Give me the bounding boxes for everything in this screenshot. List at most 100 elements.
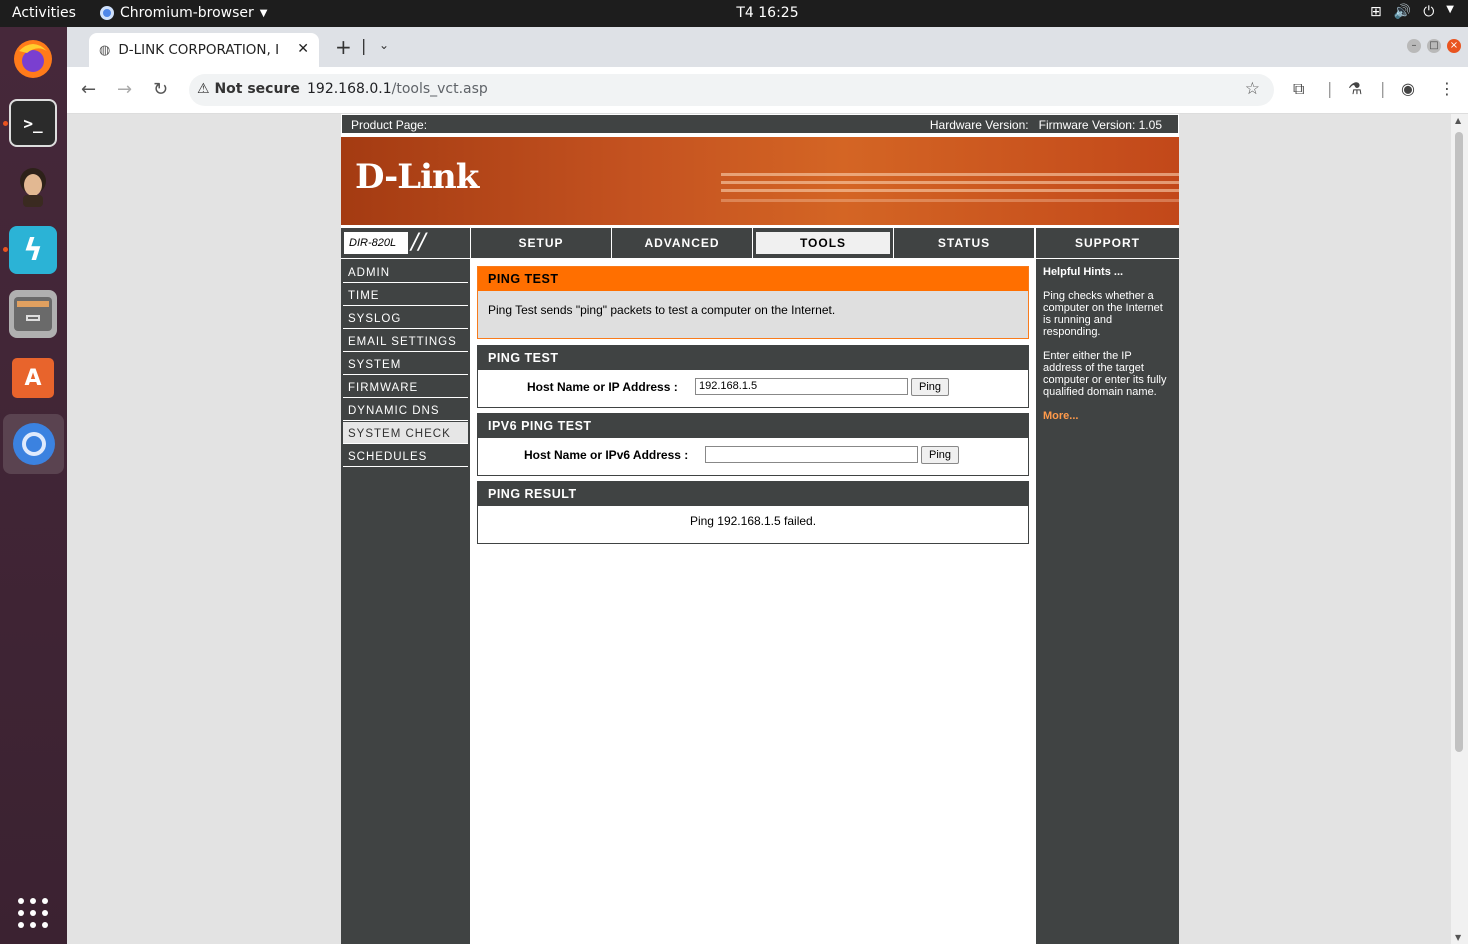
- left-menu: ADMIN TIME SYSLOG EMAIL SETTINGS SYSTEM …: [341, 259, 470, 944]
- hint-text: Enter either the IP address of the targe…: [1043, 350, 1167, 398]
- close-icon[interactable]: ✕: [297, 41, 309, 57]
- url-path: /tools_vct.asp: [391, 81, 488, 97]
- files-icon[interactable]: [9, 290, 57, 338]
- intro-text: Ping Test sends "ping" packets to test a…: [488, 303, 836, 317]
- network-icon: ⊞: [1370, 4, 1382, 20]
- model-cell: DIR-820L //: [341, 228, 470, 258]
- tab-status[interactable]: STATUS: [894, 228, 1034, 258]
- menu-item-system[interactable]: SYSTEM: [343, 353, 468, 375]
- system-top-bar: Activities Chromium-browser ▼ T4 16:25 ⊞…: [0, 0, 1468, 27]
- gimp-icon[interactable]: [9, 162, 57, 210]
- divider: |: [1327, 79, 1333, 98]
- power-icon: ⏻: [1423, 4, 1435, 20]
- tab-setup[interactable]: SETUP: [471, 228, 611, 258]
- labs-flask-icon[interactable]: ⚗: [1348, 79, 1362, 98]
- minimize-button[interactable]: –: [1407, 39, 1421, 53]
- ping-result-text: Ping 192.168.1.5 failed.: [689, 514, 817, 528]
- bookmark-star-icon[interactable]: ☆: [1245, 79, 1260, 99]
- host-ipv6-input[interactable]: [705, 446, 918, 463]
- intro-title: PING TEST: [478, 267, 1028, 291]
- hints-title: Helpful Hints ...: [1043, 266, 1124, 278]
- ipv6-ping-title: IPV6 PING TEST: [478, 414, 1028, 438]
- helpful-hints: Helpful Hints ... Ping checks whether a …: [1036, 259, 1179, 944]
- tab-search-button[interactable]: ⌄: [379, 38, 389, 52]
- slash-decoration: //: [411, 230, 426, 255]
- url-host: 192.168.0.1: [307, 81, 392, 97]
- dock: >_ ϟ A: [0, 27, 67, 944]
- menu-item-time[interactable]: TIME: [343, 284, 468, 306]
- dlink-logo: D-Link: [355, 157, 479, 197]
- extensions-icon[interactable]: ⧉: [1293, 79, 1304, 99]
- tab-label: STATUS: [937, 236, 991, 250]
- tab-advanced[interactable]: ADVANCED: [612, 228, 752, 258]
- browser-toolbar: ← → ↻ ⚠ Not secure 192.168.0.1/tools_vct…: [67, 67, 1468, 114]
- more-link[interactable]: More...: [1043, 410, 1172, 422]
- security-label: Not secure: [214, 81, 300, 97]
- firefox-icon[interactable]: [9, 35, 57, 83]
- back-button[interactable]: ←: [81, 79, 96, 100]
- divider: |: [1380, 79, 1386, 98]
- tab-label: ADVANCED: [644, 236, 720, 250]
- new-tab-button[interactable]: +: [335, 35, 352, 59]
- warning-icon: ⚠: [197, 81, 210, 97]
- ping-result-title: PING RESULT: [478, 482, 1028, 506]
- dlink-page: Product Page: Hardware Version: Firmware…: [341, 114, 1179, 944]
- browser-tab[interactable]: ◍ D-LINK CORPORATION, I ✕: [89, 33, 319, 67]
- close-window-button[interactable]: ×: [1447, 39, 1461, 53]
- ipv6-ping-panel: IPV6 PING TEST Host Name or IPv6 Address…: [477, 413, 1029, 476]
- scroll-down-icon[interactable]: ▼: [1455, 933, 1461, 942]
- ping-button[interactable]: Ping: [911, 378, 949, 396]
- ipv6-ping-button[interactable]: Ping: [921, 446, 959, 464]
- menu-item-schedules[interactable]: SCHEDULES: [343, 445, 468, 467]
- security-indicator[interactable]: ⚠ Not secure: [197, 81, 300, 97]
- version-info: Hardware Version: Firmware Version: 1.05: [930, 118, 1162, 132]
- hint-text: Ping checks whether a computer on the In…: [1043, 290, 1163, 338]
- tab-label: SUPPORT: [1074, 236, 1140, 250]
- clock[interactable]: T4 16:25: [0, 5, 1468, 21]
- host-ipv6-label: Host Name or IPv6 Address :: [524, 448, 689, 462]
- host-ip-input[interactable]: 192.168.1.5: [695, 378, 908, 395]
- maximize-button[interactable]: □: [1427, 39, 1441, 53]
- power-tool-icon[interactable]: ϟ: [9, 226, 57, 274]
- menu-item-firmware[interactable]: FIRMWARE: [343, 376, 468, 398]
- page-scrollbar[interactable]: ▲ ▼: [1451, 114, 1468, 944]
- product-bar: Product Page: Hardware Version: Firmware…: [341, 114, 1179, 134]
- address-bar[interactable]: ⚠ Not secure 192.168.0.1/tools_vct.asp ☆: [189, 74, 1274, 106]
- menu-item-email-settings[interactable]: EMAIL SETTINGS: [343, 330, 468, 352]
- profile-icon[interactable]: ◉: [1401, 79, 1415, 98]
- tab-tools[interactable]: TOOLS: [753, 228, 893, 258]
- ping-test-title: PING TEST: [478, 346, 1028, 370]
- app-center-icon[interactable]: A: [9, 354, 57, 402]
- system-tray[interactable]: ⊞ 🔊 ⏻ ▼: [1370, 4, 1454, 20]
- forward-button[interactable]: →: [117, 79, 132, 100]
- chromium-dock-icon[interactable]: [3, 414, 64, 474]
- ping-result-panel: PING RESULT Ping 192.168.1.5 failed.: [477, 481, 1029, 544]
- host-ip-label: Host Name or IP Address :: [527, 380, 678, 394]
- product-page-label: Product Page:: [351, 118, 428, 132]
- menu-item-dynamic-dns[interactable]: DYNAMIC DNS: [343, 399, 468, 421]
- tab-support[interactable]: SUPPORT: [1036, 228, 1179, 258]
- url-text[interactable]: 192.168.0.1/tools_vct.asp: [307, 81, 488, 97]
- show-apps-icon[interactable]: [9, 889, 57, 937]
- tab-strip: ◍ D-LINK CORPORATION, I ✕ + | ⌄ – □ ×: [67, 27, 1468, 67]
- scroll-up-icon[interactable]: ▲: [1455, 116, 1461, 125]
- web-viewport: Product Page: Hardware Version: Firmware…: [67, 114, 1451, 944]
- firmware-version: Firmware Version: 1.05: [1038, 118, 1162, 132]
- globe-icon: ◍: [99, 42, 111, 58]
- menu-item-syslog[interactable]: SYSLOG: [343, 307, 468, 329]
- scrollbar-thumb[interactable]: [1455, 132, 1463, 752]
- model-name: DIR-820L: [344, 232, 408, 254]
- tab-title: D-LINK CORPORATION, I: [118, 42, 280, 58]
- tab-label: TOOLS: [756, 232, 890, 254]
- terminal-icon[interactable]: >_: [9, 99, 57, 147]
- hardware-version: Hardware Version:: [929, 118, 1029, 132]
- menu-item-admin[interactable]: ADMIN: [343, 261, 468, 283]
- reload-button[interactable]: ↻: [153, 79, 168, 100]
- divider: |: [361, 36, 367, 55]
- tab-label: SETUP: [518, 236, 564, 250]
- volume-icon: 🔊: [1393, 4, 1412, 20]
- chevron-down-icon: ▼: [1446, 4, 1454, 15]
- menu-item-system-check[interactable]: SYSTEM CHECK: [343, 422, 468, 444]
- menu-kebab-icon[interactable]: ⋮: [1439, 79, 1455, 98]
- dlink-banner: D-Link: [341, 137, 1179, 225]
